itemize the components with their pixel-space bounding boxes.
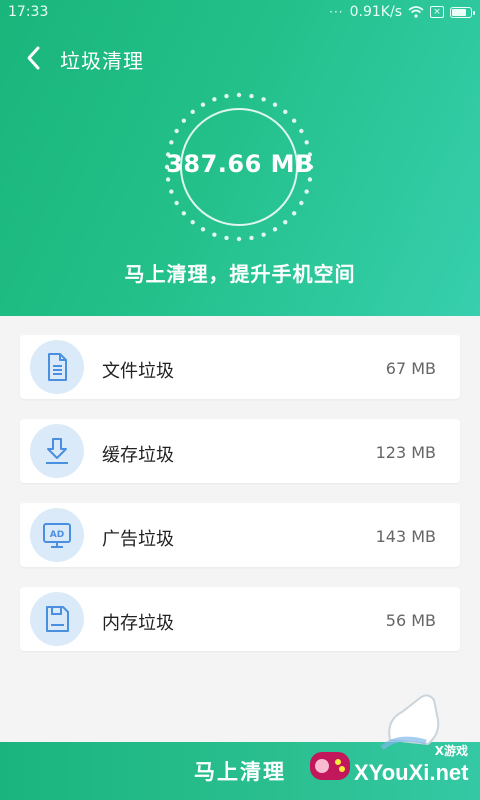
memory-card-icon <box>46 606 69 632</box>
junk-size: 143 MB <box>375 527 436 546</box>
watermark: X游戏 XYouXi.net <box>300 690 480 800</box>
junk-label: 广告垃圾 <box>102 529 174 550</box>
junk-label: 缓存垃圾 <box>102 445 174 466</box>
gauge-dot <box>169 140 174 145</box>
slogan: 马上清理，提升手机空间 <box>124 262 356 286</box>
gauge-dot <box>261 232 266 237</box>
sim-icon: × <box>430 6 444 18</box>
gauge-dot <box>272 102 278 107</box>
gauge-dot <box>272 227 278 232</box>
notification-dots: ··· <box>329 5 344 19</box>
gauge-dot <box>190 109 195 115</box>
gauge-dot <box>299 200 304 206</box>
status-right: ··· 0.91K/s × <box>329 4 475 20</box>
junk-size: 67 MB <box>385 359 436 378</box>
junk-list: 文件垃圾 67 MB 缓存垃圾 123 MB AD 广告垃圾 143 MB 内存… <box>20 335 460 671</box>
junk-item-ad[interactable]: AD 广告垃圾 143 MB <box>20 503 460 567</box>
gauge-dot <box>299 128 304 134</box>
gauge-dot <box>200 227 206 232</box>
download-icon <box>46 438 68 464</box>
gauge-dot <box>283 109 288 115</box>
network-speed: 0.91K/s <box>349 4 402 20</box>
svg-text:AD: AD <box>50 530 64 540</box>
top-bar: 垃圾清理 <box>0 40 480 76</box>
file-icon <box>48 353 67 381</box>
battery-icon <box>450 6 475 18</box>
gauge-dot <box>212 232 217 237</box>
gauge-dot <box>181 211 187 216</box>
junk-label: 内存垃圾 <box>102 613 174 634</box>
gauge-dot <box>249 93 254 99</box>
gauge-dot <box>261 97 266 102</box>
gauge-dot <box>174 128 179 134</box>
gauge-dot <box>169 189 174 194</box>
gauge-dot <box>212 97 217 102</box>
junk-size: 56 MB <box>385 611 436 630</box>
gauge-dot <box>249 235 254 241</box>
gauge-dot <box>291 118 297 123</box>
gauge-dot <box>236 92 242 98</box>
ad-icon: AD <box>43 523 71 548</box>
watermark-text: XYouXi.net <box>354 760 469 785</box>
gauge-dot <box>190 219 195 225</box>
file-icon-circle <box>30 340 84 394</box>
gauge-dot <box>283 219 288 225</box>
gauge-dot <box>174 200 179 206</box>
memory-card-icon-circle <box>30 592 84 646</box>
back-arrow-icon[interactable] <box>22 44 46 72</box>
page-title: 垃圾清理 <box>60 49 144 73</box>
gauge-dot <box>200 102 206 107</box>
gauge-dot <box>224 235 229 241</box>
download-icon-circle <box>30 424 84 478</box>
junk-item-memory[interactable]: 内存垃圾 56 MB <box>20 587 460 651</box>
status-time: 17:33 <box>8 4 49 20</box>
gauge-dot <box>304 140 309 145</box>
junk-item-file[interactable]: 文件垃圾 67 MB <box>20 335 460 399</box>
gauge-dot <box>236 236 242 242</box>
total-size: 387.66 MB <box>166 150 314 178</box>
junk-item-cache[interactable]: 缓存垃圾 123 MB <box>20 419 460 483</box>
gamepad-logo-icon <box>310 752 350 780</box>
gauge-dot <box>304 189 309 194</box>
junk-label: 文件垃圾 <box>102 361 174 382</box>
gauge-dot <box>291 211 297 216</box>
header: 17:33 ··· 0.91K/s × 垃圾清理 387.66 MB 马上清理，… <box>0 0 480 316</box>
ad-icon-circle: AD <box>30 508 84 562</box>
pointing-hand-icon <box>380 694 440 750</box>
gauge-dot <box>224 93 229 99</box>
wifi-icon <box>408 6 424 18</box>
status-bar: 17:33 ··· 0.91K/s × <box>0 0 480 24</box>
gauge-dot <box>181 118 187 123</box>
junk-size: 123 MB <box>375 443 436 462</box>
watermark-small-text: X游戏 <box>434 744 468 758</box>
